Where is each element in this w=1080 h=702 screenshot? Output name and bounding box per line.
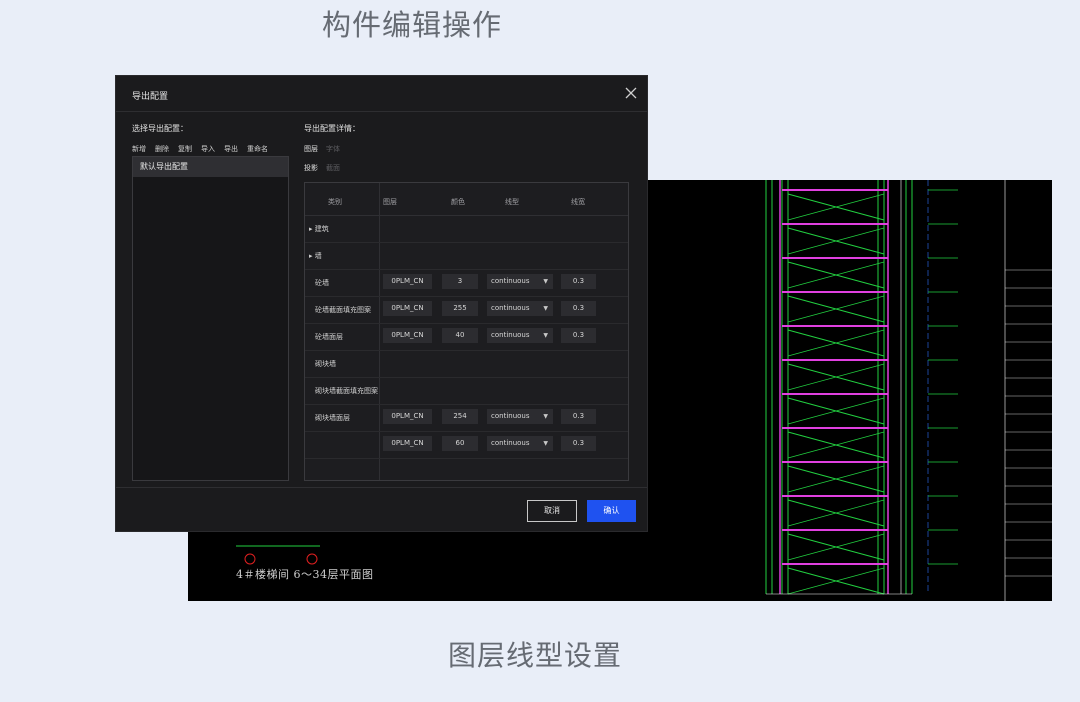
- row-label: ▸ 建筑: [309, 225, 329, 233]
- row-label: 砼墙: [315, 279, 329, 287]
- row-label: 砼墙面层: [315, 333, 343, 341]
- linetype-select[interactable]: continuous ▼: [487, 409, 553, 424]
- linetype-select[interactable]: continuous ▼: [487, 274, 553, 289]
- layer-input[interactable]: 0PLM_CN: [383, 436, 432, 451]
- color-input[interactable]: 40: [442, 328, 478, 343]
- layer-input[interactable]: 0PLM_CN: [383, 301, 432, 316]
- table-row: 砼墙 0PLM_CN 3 continuous ▼ 0.3: [305, 269, 628, 297]
- linewidth-input[interactable]: 0.3: [561, 301, 596, 316]
- linetype-value: continuous: [491, 277, 530, 285]
- column-header-category: 类别: [328, 198, 342, 206]
- rename-button[interactable]: 重命名: [247, 144, 268, 154]
- tab-layer[interactable]: 图层: [304, 144, 318, 154]
- linetype-select[interactable]: continuous ▼: [487, 436, 553, 451]
- cancel-button[interactable]: 取消: [527, 500, 577, 522]
- table-row: 砌块墙截面填充图案: [305, 377, 628, 405]
- export-button[interactable]: 导出: [224, 144, 238, 154]
- row-label: 砌块墙截面填充图案: [315, 387, 378, 395]
- linewidth-input[interactable]: 0.3: [561, 436, 596, 451]
- table-header: 类别 图层 颜色 线型 线宽: [305, 183, 628, 216]
- linetype-value: continuous: [491, 331, 530, 339]
- row-label: 砼墙截面填充图案: [315, 306, 371, 314]
- color-input[interactable]: 60: [442, 436, 478, 451]
- tab-projection[interactable]: 投影: [304, 163, 318, 173]
- tab-font[interactable]: 字体: [326, 144, 340, 154]
- linetype-select[interactable]: continuous ▼: [487, 328, 553, 343]
- table-row: 0PLM_CN 60 continuous ▼ 0.3: [305, 431, 628, 459]
- row-label: 砌块墙面层: [315, 414, 350, 422]
- close-icon[interactable]: [624, 86, 638, 100]
- linetype-value: continuous: [491, 304, 530, 312]
- column-header-linewidth: 线宽: [571, 198, 585, 206]
- table-row: 砼墙截面填充图案 0PLM_CN 255 continuous ▼ 0.3: [305, 296, 628, 324]
- config-toolbar: 新增 删除 复制 导入 导出 重命名: [132, 144, 268, 154]
- table-row: 砌块墙: [305, 350, 628, 378]
- confirm-button[interactable]: 确认: [587, 500, 636, 522]
- linetype-value: continuous: [491, 412, 530, 420]
- add-button[interactable]: 新增: [132, 144, 146, 154]
- caret-down-icon: ▼: [543, 278, 548, 285]
- export-config-dialog: 导出配置 选择导出配置： 新增 删除 复制 导入 导出 重命名 默认导出配置 导…: [116, 76, 647, 531]
- table-row: 砌块墙面层 0PLM_CN 254 continuous ▼ 0.3: [305, 404, 628, 432]
- caret-down-icon: ▼: [543, 305, 548, 312]
- tab-section[interactable]: 截面: [326, 163, 340, 173]
- table-row[interactable]: ▸ 墙: [305, 242, 628, 270]
- detail-tabs: 图层 字体 投影 截面: [304, 144, 340, 182]
- cad-drawing-caption: 4＃楼梯间 6～34层平面图: [236, 568, 374, 581]
- caret-down-icon: ▼: [543, 332, 548, 339]
- select-config-label: 选择导出配置：: [132, 124, 188, 133]
- color-input[interactable]: 255: [442, 301, 478, 316]
- linetype-select[interactable]: continuous ▼: [487, 301, 553, 316]
- column-header-layer: 图层: [383, 198, 397, 206]
- row-label: 砌块墙: [315, 360, 336, 368]
- linetype-value: continuous: [491, 439, 530, 447]
- top-caption: 构件编辑操作: [322, 8, 503, 42]
- dialog-header: 导出配置: [116, 76, 647, 112]
- table-row: 砼墙面层 0PLM_CN 40 continuous ▼ 0.3: [305, 323, 628, 351]
- color-input[interactable]: 254: [442, 409, 478, 424]
- color-input[interactable]: 3: [442, 274, 478, 289]
- linewidth-input[interactable]: 0.3: [561, 328, 596, 343]
- dialog-footer: 取消 确认: [116, 487, 647, 532]
- config-item-default[interactable]: 默认导出配置: [133, 157, 288, 177]
- layer-settings-table: 类别 图层 颜色 线型 线宽 ▸ 建筑 ▸ 墙 砼墙 0PLM_CN 3 con…: [304, 182, 629, 481]
- dialog-title: 导出配置: [132, 92, 169, 102]
- layer-input[interactable]: 0PLM_CN: [383, 274, 432, 289]
- bottom-caption: 图层线型设置: [448, 639, 623, 672]
- layer-input[interactable]: 0PLM_CN: [383, 409, 432, 424]
- column-header-color: 颜色: [451, 198, 465, 206]
- table-row[interactable]: ▸ 建筑: [305, 215, 628, 243]
- linewidth-input[interactable]: 0.3: [561, 409, 596, 424]
- config-list: 默认导出配置: [132, 156, 289, 481]
- caret-down-icon: ▼: [543, 413, 548, 420]
- column-header-linetype: 线型: [505, 198, 519, 206]
- caret-down-icon: ▼: [543, 440, 548, 447]
- import-button[interactable]: 导入: [201, 144, 215, 154]
- delete-button[interactable]: 删除: [155, 144, 169, 154]
- row-label: ▸ 墙: [309, 252, 322, 260]
- copy-button[interactable]: 复制: [178, 144, 192, 154]
- config-detail-label: 导出配置详情：: [304, 124, 360, 133]
- layer-input[interactable]: 0PLM_CN: [383, 328, 432, 343]
- linewidth-input[interactable]: 0.3: [561, 274, 596, 289]
